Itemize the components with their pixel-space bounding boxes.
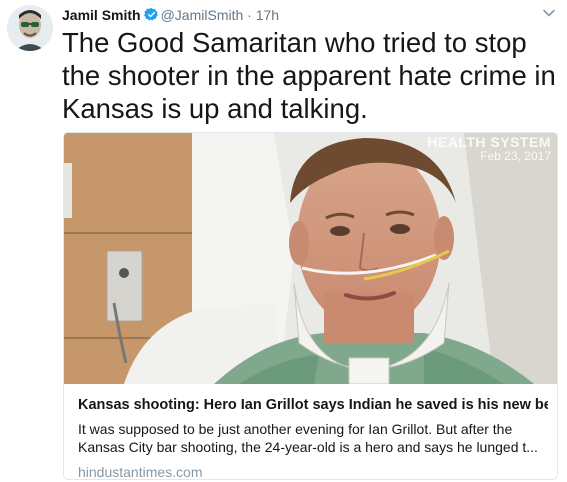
- card-domain[interactable]: hindustantimes.com: [78, 463, 548, 479]
- author-name[interactable]: Jamil Smith: [62, 7, 141, 23]
- watermark-line-1: HEALTH SYSTEM: [427, 134, 551, 150]
- author-handle[interactable]: @JamilSmith: [161, 7, 244, 23]
- card-image[interactable]: HEALTH SYSTEM Feb 23, 2017: [64, 133, 557, 384]
- chevron-down-icon[interactable]: [541, 5, 557, 21]
- tweet-text: The Good Samaritan who tried to stop the…: [62, 27, 556, 124]
- image-watermark: HEALTH SYSTEM Feb 23, 2017: [427, 135, 551, 163]
- card-photo: [64, 133, 557, 384]
- card-title[interactable]: Kansas shooting: Hero Ian Grillot says I…: [78, 396, 548, 414]
- card-body[interactable]: Kansas shooting: Hero Ian Grillot says I…: [78, 396, 548, 479]
- separator: ·: [247, 7, 252, 23]
- tweet-time[interactable]: 17h: [256, 7, 279, 23]
- verified-badge-icon: [143, 7, 159, 26]
- tweet-header: Jamil Smith @JamilSmith · 17h: [62, 6, 537, 24]
- avatar-image: [7, 5, 53, 51]
- card-description: It was supposed to be just another eveni…: [78, 421, 538, 455]
- link-card[interactable]: HEALTH SYSTEM Feb 23, 2017 Kansas shooti…: [63, 132, 558, 480]
- watermark-line-2: Feb 23, 2017: [480, 149, 551, 163]
- avatar[interactable]: [7, 5, 53, 51]
